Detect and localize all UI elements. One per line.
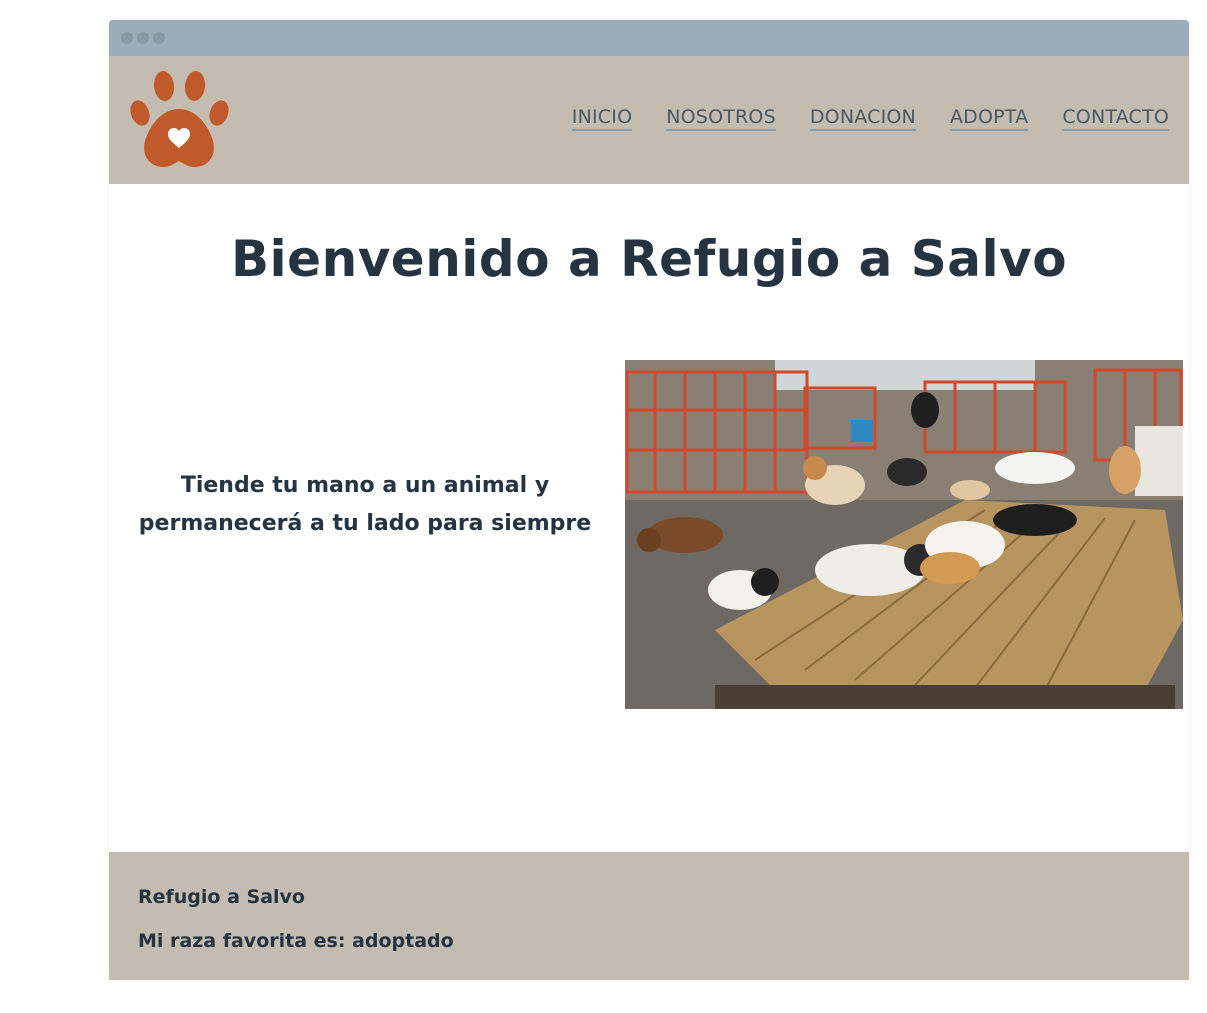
footer-name: Refugio a Salvo [138, 886, 305, 908]
site-header: INICIO NOSOTROS DONACION ADOPTA CONTACTO [109, 56, 1189, 184]
nav-item-contacto[interactable]: CONTACTO [1062, 106, 1169, 131]
browser-window: INICIO NOSOTROS DONACION ADOPTA CONTACTO… [109, 20, 1189, 980]
nav-item-inicio[interactable]: INICIO [571, 106, 633, 131]
tagline: Tiende tu mano a un animal y permanecerá… [135, 467, 595, 543]
window-close-dot[interactable] [121, 32, 133, 44]
window-minimize-dot[interactable] [137, 32, 149, 44]
tagline-line-1: Tiende tu mano a un animal y [180, 473, 550, 498]
nav-item-nosotros[interactable]: NOSOTROS [666, 106, 776, 131]
footer-slogan: Mi raza favorita es: adoptado [138, 930, 454, 952]
window-maximize-dot[interactable] [153, 32, 165, 44]
main-content: Bienvenido a Refugio a Salvo Tiende tu m… [109, 184, 1189, 852]
nav-item-adopta[interactable]: ADOPTA [949, 106, 1029, 131]
site-footer: Refugio a Salvo Mi raza favorita es: ado… [109, 852, 1189, 980]
main-nav: INICIO NOSOTROS DONACION ADOPTA CONTACTO [571, 106, 1169, 131]
page-title: Bienvenido a Refugio a Salvo [230, 230, 1068, 288]
paw-heart-icon[interactable] [127, 69, 239, 173]
tagline-line-2: permanecerá a tu lado para siempre [138, 511, 592, 536]
window-titlebar [109, 20, 1189, 56]
nav-item-donacion[interactable]: DONACION [809, 106, 916, 131]
shelter-dogs-photo [625, 360, 1183, 709]
